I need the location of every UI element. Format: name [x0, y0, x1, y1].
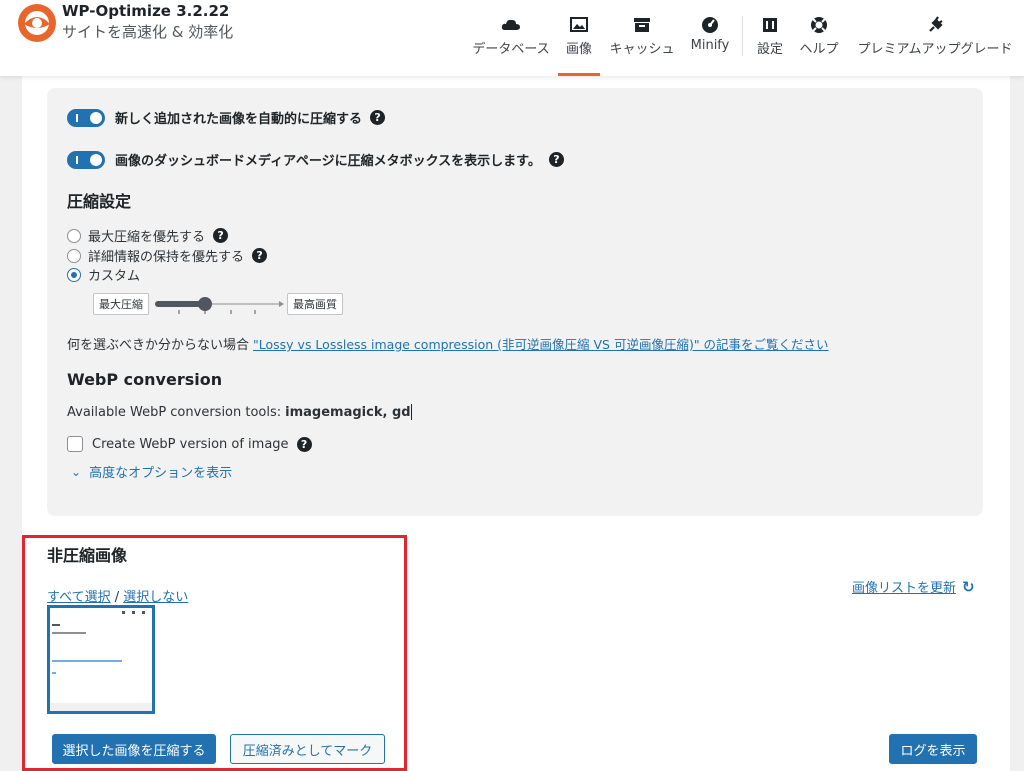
- radio-custom[interactable]: カスタム: [67, 265, 140, 284]
- radio-button[interactable]: [67, 228, 81, 243]
- help-icon[interactable]: ?: [296, 436, 312, 452]
- help-text-row: 何を選ぶべきか分からない場合 "Lossy vs Lossless image …: [67, 334, 829, 353]
- radio-label: 詳細情報の保持を優先する: [88, 250, 245, 265]
- tab-minify[interactable]: Minify: [686, 14, 734, 76]
- text-cursor: [410, 404, 412, 420]
- compression-slider[interactable]: [151, 292, 285, 316]
- radio-label: 最大圧縮を優先する: [88, 230, 206, 245]
- slider-max-label: 最高画質: [287, 293, 343, 315]
- select-all-link[interactable]: すべて選択: [47, 590, 111, 605]
- compress-selected-button[interactable]: 選択した画像を圧縮する: [52, 734, 216, 764]
- uncompressed-heading: 非圧縮画像: [47, 546, 128, 565]
- nav-divider: [742, 16, 743, 56]
- webp-checkbox-label: Create WebP version of image: [92, 436, 289, 452]
- tab-label: Minify: [690, 38, 730, 53]
- tab-settings[interactable]: 設定: [754, 14, 786, 76]
- tab-premium[interactable]: プレミアムアップグレード: [852, 14, 1018, 76]
- separator: /: [114, 590, 120, 605]
- help-text: 何を選ぶべきか分からない場合: [67, 338, 250, 353]
- radio-button-checked[interactable]: [67, 267, 81, 282]
- image-icon: [570, 17, 588, 32]
- advanced-options-toggle[interactable]: ⌄ 高度なオプションを表示: [71, 462, 232, 482]
- refresh-link[interactable]: 画像リストを更新: [852, 577, 956, 596]
- tab-label: 設定: [756, 42, 783, 57]
- tab-help[interactable]: ヘルプ: [794, 14, 844, 76]
- slider-min-label: 最大圧縮: [93, 293, 149, 315]
- compression-slider-row: 最大圧縮 最高画質: [93, 292, 343, 316]
- chevron-down-icon: ⌄: [71, 464, 82, 479]
- selection-links: すべて選択 / 選択しない: [47, 586, 188, 605]
- webp-tools-value: imagemagick, gd: [285, 404, 411, 420]
- tab-cache[interactable]: キャッシュ: [606, 14, 678, 76]
- radio-button[interactable]: [67, 248, 81, 263]
- tab-label: プレミアムアップグレード: [857, 42, 1013, 57]
- metabox-label: 画像のダッシュボードメディアページに圧縮メタボックスを表示します。: [115, 154, 541, 169]
- thumbnail-preview: [50, 608, 152, 711]
- settings-panel: 新しく追加された画像を自動的に圧縮する ? 画像のダッシュボードメディアページに…: [47, 88, 983, 516]
- compression-article-link[interactable]: "Lossy vs Lossless image compression (非可…: [253, 334, 829, 353]
- tab-label: 画像: [565, 42, 592, 57]
- select-none-link[interactable]: 選択しない: [123, 590, 188, 605]
- tab-label: データベース: [472, 42, 550, 57]
- help-icon[interactable]: ?: [252, 248, 268, 263]
- refresh-icon: ↻: [962, 577, 975, 596]
- archive-icon: [634, 18, 650, 32]
- webp-create-row: Create WebP version of image ?: [67, 436, 312, 452]
- help-icon[interactable]: ?: [370, 110, 386, 125]
- auto-compress-setting: 新しく追加された画像を自動的に圧縮する ?: [67, 108, 386, 127]
- tab-label: キャッシュ: [609, 42, 675, 57]
- show-log-button[interactable]: ログを表示: [889, 734, 977, 764]
- tab-label: ヘルプ: [799, 42, 839, 57]
- compression-heading: 圧縮設定: [67, 192, 132, 211]
- help-icon[interactable]: ?: [213, 228, 229, 243]
- webp-tools-label: Available WebP conversion tools:: [67, 404, 282, 420]
- tab-images[interactable]: 画像: [558, 14, 600, 76]
- settings-icon: [763, 18, 777, 32]
- radio-label: カスタム: [88, 269, 141, 284]
- radio-max-compression[interactable]: 最大圧縮を優先する ?: [67, 226, 229, 245]
- header: WP-Optimize 3.2.22 サイトを高速化 & 効率化 データベース …: [0, 0, 1024, 76]
- radio-keep-details[interactable]: 詳細情報の保持を優先する ?: [67, 246, 268, 265]
- image-thumbnail[interactable]: [47, 605, 155, 714]
- content-area: 新しく追加された画像を自動的に圧縮する ? 画像のダッシュボードメディアページに…: [22, 76, 1010, 771]
- metabox-toggle[interactable]: [67, 150, 105, 169]
- webp-heading: WebP conversion: [67, 370, 223, 389]
- help-icon[interactable]: ?: [548, 152, 564, 167]
- tab-database[interactable]: データベース: [470, 14, 552, 76]
- webp-checkbox[interactable]: [67, 436, 83, 452]
- dashboard-icon: [702, 17, 718, 33]
- cloud-icon: [501, 19, 520, 30]
- advanced-options-link[interactable]: 高度なオプションを表示: [89, 462, 232, 481]
- auto-compress-toggle[interactable]: [67, 108, 105, 127]
- main-nav: データベース 画像 キャッシュ Minify 設定 ヘルプ プレミアムアップグレ…: [0, 0, 1024, 76]
- lifebuoy-icon: [811, 17, 827, 33]
- refresh-image-list[interactable]: 画像リストを更新 ↻: [852, 577, 975, 597]
- mark-compressed-button[interactable]: 圧縮済みとしてマーク: [230, 734, 385, 764]
- metabox-setting: 画像のダッシュボードメディアページに圧縮メタボックスを表示します。 ?: [67, 150, 564, 169]
- webp-tools-row: Available WebP conversion tools: imagema…: [67, 404, 412, 420]
- plugin-icon: [929, 16, 943, 32]
- auto-compress-label: 新しく追加された画像を自動的に圧縮する: [115, 112, 363, 127]
